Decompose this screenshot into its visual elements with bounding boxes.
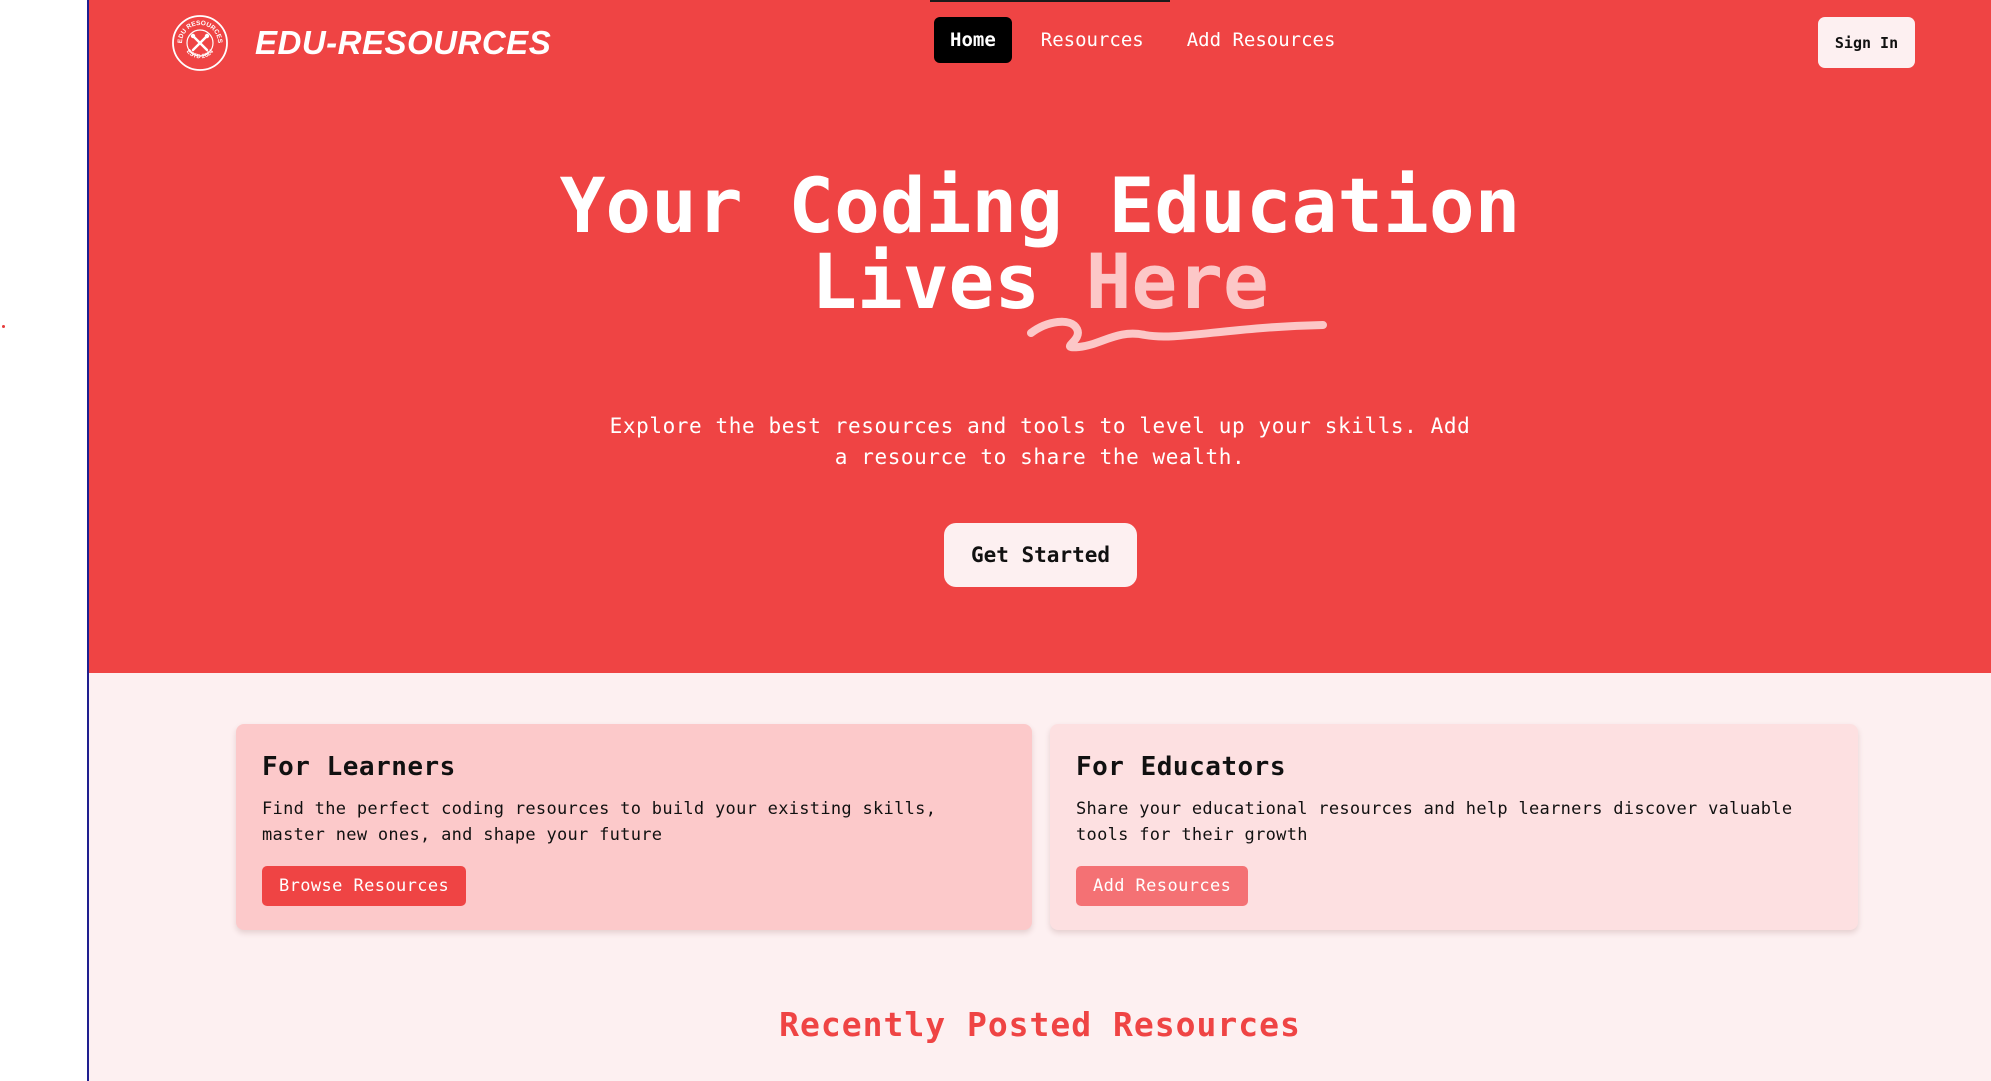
nav-home[interactable]: Home — [934, 17, 1012, 63]
hero-section: EDU RESOURCES ESTD 2024 EDU-RESOURCES Ho… — [89, 0, 1991, 673]
learners-card-title: For Learners — [262, 752, 456, 782]
svg-text:EDU RESOURCES: EDU RESOURCES — [177, 20, 223, 44]
nav-resources[interactable]: Resources — [1025, 17, 1160, 63]
top-strip — [930, 0, 1170, 2]
main-nav: Home Resources Add Resources — [934, 17, 1362, 63]
hero-headline: Your Coding Education Lives Here — [89, 168, 1991, 320]
get-started-button[interactable]: Get Started — [944, 523, 1137, 587]
learners-card-text: Find the perfect coding resources to bui… — [262, 799, 937, 845]
headline-prefix: Lives — [811, 237, 1040, 326]
svg-text:ESTD 2024: ESTD 2024 — [185, 48, 216, 60]
page: EDU RESOURCES ESTD 2024 EDU-RESOURCES Ho… — [89, 0, 1991, 1081]
educators-card-text: Share your educational resources and hel… — [1076, 799, 1793, 845]
educators-card: For Educators Share your educational res… — [1050, 724, 1858, 930]
gutter-marker — [2, 325, 5, 328]
squiggle-underline-icon — [1027, 317, 1327, 352]
hero-subtext: Explore the best resources and tools to … — [609, 414, 1471, 469]
nav-add-resources[interactable]: Add Resources — [1171, 17, 1352, 63]
brand-name: EDU-RESOURCES — [255, 24, 552, 61]
brand[interactable]: EDU RESOURCES ESTD 2024 EDU-RESOURCES — [171, 14, 551, 72]
learners-card: For Learners Find the perfect coding res… — [236, 724, 1032, 930]
recent-resources-title: Recently Posted Resources — [779, 1005, 1301, 1044]
left-gutter — [0, 0, 88, 1081]
browse-resources-button[interactable]: Browse Resources — [262, 866, 467, 906]
add-resources-button[interactable]: Add Resources — [1076, 866, 1249, 906]
educators-card-title: For Educators — [1076, 752, 1286, 782]
sign-in-button[interactable]: Sign In — [1818, 17, 1915, 68]
brand-logo-icon: EDU RESOURCES ESTD 2024 — [172, 15, 228, 71]
